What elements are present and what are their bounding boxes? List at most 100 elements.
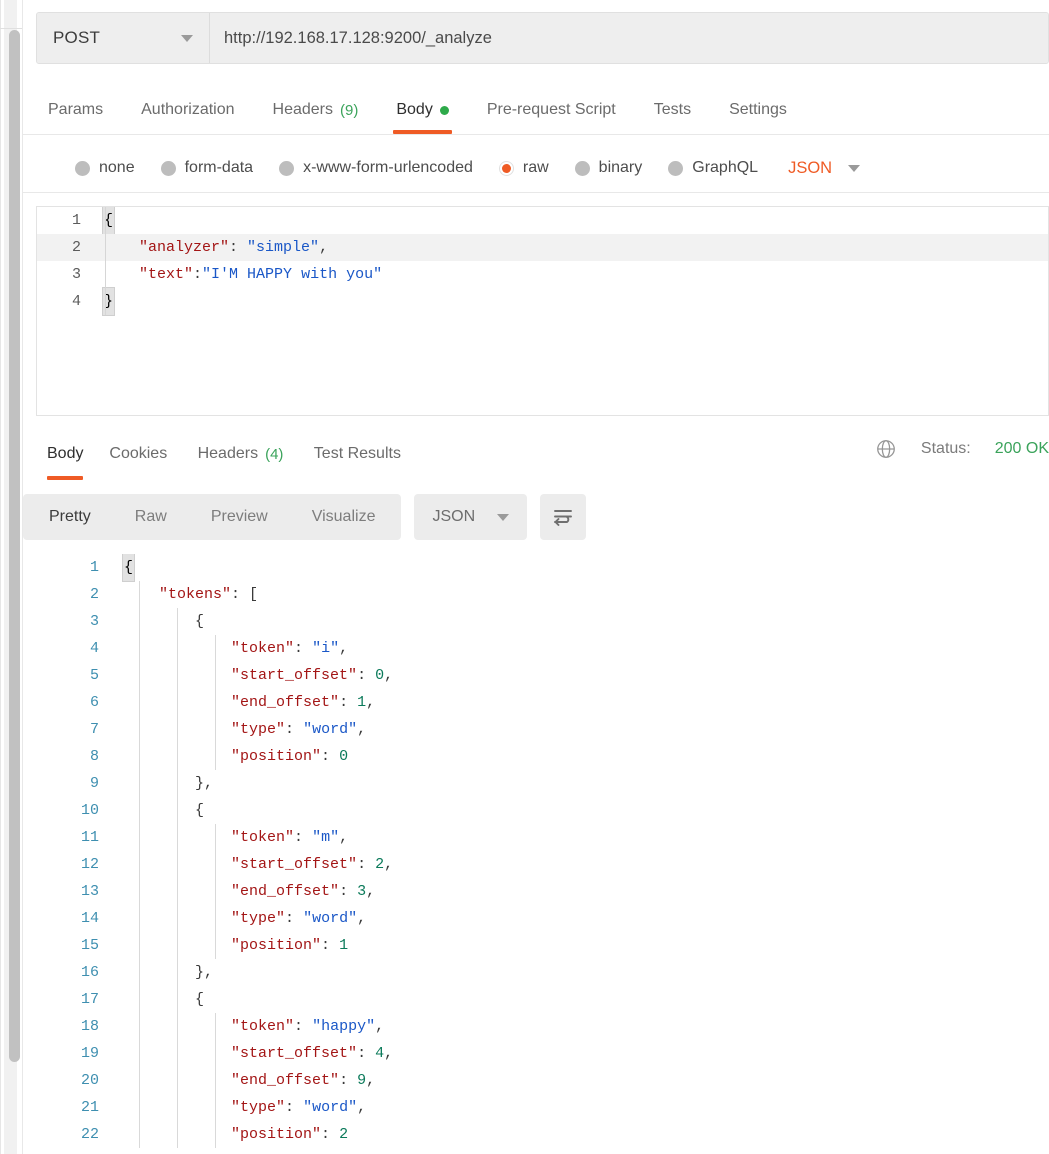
response-status: Status: 200 OK [875, 438, 1049, 460]
code-line: 4} [37, 287, 1048, 316]
request-tab-tests[interactable]: Tests [635, 90, 710, 130]
radio-button-icon[interactable] [498, 160, 514, 176]
response-tab-body[interactable]: Body [47, 434, 84, 480]
tab-label: Cookies [109, 445, 168, 462]
code-text: "tokens": [ [115, 581, 258, 608]
raw-format-dropdown[interactable]: JSON [788, 159, 861, 178]
line-number: 21 [80, 1099, 99, 1116]
request-body-editor[interactable]: 1{2 "analyzer": "simple", 3 "text":"I'M H… [36, 206, 1049, 416]
code-token: : [321, 1126, 340, 1143]
code-token: "position" [231, 937, 322, 954]
code-text: "position": 0 [115, 743, 348, 770]
line-number: 13 [80, 883, 99, 900]
code-token: "end_offset" [231, 883, 340, 900]
line-number: 2 [71, 239, 81, 256]
indent-guide [105, 207, 106, 315]
radio-button-icon[interactable] [574, 160, 590, 176]
code-token: : [294, 1018, 313, 1035]
code-token: 0 [375, 667, 385, 684]
request-tab-params[interactable]: Params [36, 90, 122, 130]
code-token: : [ [231, 586, 259, 603]
tab-label: Headers [272, 101, 333, 118]
request-tab-settings[interactable]: Settings [710, 90, 806, 130]
line-number: 18 [80, 1018, 99, 1035]
code-token: 1 [357, 694, 367, 711]
response-tab-test-results[interactable]: Test Results [314, 434, 401, 474]
code-token: "end_offset" [231, 1072, 340, 1089]
line-number: 11 [80, 829, 99, 846]
response-format-dropdown[interactable]: JSON [414, 494, 528, 540]
globe-icon [877, 440, 895, 458]
http-method-dropdown[interactable]: POST [37, 13, 210, 63]
line-number: 3 [89, 613, 99, 630]
word-wrap-toggle-button[interactable] [540, 494, 587, 540]
code-token: "token" [231, 640, 295, 657]
response-view-pretty[interactable]: Pretty [27, 494, 113, 540]
code-token: "type" [231, 910, 286, 927]
response-body-viewer[interactable]: 1{2 "tokens": [3 {4 "token": "i", 5 "star… [23, 554, 1049, 1154]
radio-label: raw [522, 159, 549, 176]
code-token: 0 [339, 748, 349, 765]
response-format-label: JSON [432, 508, 476, 525]
code-token: }, [123, 964, 214, 981]
status-value: 200 OK [994, 440, 1049, 457]
request-tab-body[interactable]: Body [377, 90, 467, 134]
code-text: "end_offset": 1, [115, 689, 375, 716]
page-scrollbar-track[interactable] [4, 0, 20, 1154]
code-token: : [285, 910, 304, 927]
body-type-form-data[interactable]: form-data [160, 159, 253, 177]
tab-label: Headers [197, 445, 259, 462]
response-view-preview[interactable]: Preview [189, 494, 290, 540]
scrollbar-top-divider [0, 28, 22, 29]
body-type-radio-group: none form-data x-www-form-urlencoded raw bin… [36, 147, 861, 189]
response-tab-headers[interactable]: Headers (4) [198, 434, 284, 474]
request-tab-pre-request-script[interactable]: Pre-request Script [468, 90, 635, 130]
code-token: "word" [303, 1099, 358, 1116]
radio-button-icon[interactable] [75, 160, 90, 176]
code-token: : [294, 640, 313, 657]
code-token: : [339, 1072, 358, 1089]
request-tab-authorization[interactable]: Authorization [122, 90, 253, 130]
request-url-text: http://192.168.17.128:9200/_analyze [224, 28, 492, 47]
code-text: "end_offset": 3, [115, 878, 375, 905]
code-token: "analyzer" [139, 239, 230, 256]
page-scrollbar-thumb[interactable] [9, 30, 20, 1062]
code-fold-brace: { [121, 554, 136, 582]
response-view-raw[interactable]: Raw [113, 494, 189, 540]
code-text: "type": "word", [115, 716, 366, 743]
code-token: 2 [339, 1126, 349, 1143]
line-number: 6 [89, 694, 99, 711]
tab-label: Authorization [141, 101, 235, 118]
chevron-down-icon [497, 513, 510, 521]
indent-guide [139, 581, 140, 1148]
code-line: 1{ [37, 207, 1048, 235]
body-type-graphql[interactable]: GraphQL [668, 159, 758, 177]
request-tab-headers[interactable]: Headers (9) [254, 90, 378, 130]
request-tabs-divider [23, 134, 1049, 135]
code-text: }, [115, 770, 213, 797]
code-line: 1{ [23, 554, 1049, 582]
body-type-binary[interactable]: binary [574, 159, 642, 177]
tab-label: Params [48, 101, 104, 118]
response-tab-cookies[interactable]: Cookies [109, 434, 167, 474]
code-text: { [115, 554, 136, 582]
response-view-visualize[interactable]: Visualize [290, 494, 398, 540]
line-number: 8 [89, 748, 99, 765]
code-token: "type" [231, 721, 286, 738]
code-token: 2 [375, 856, 385, 873]
body-type-none[interactable]: none [75, 159, 135, 177]
radio-button-icon[interactable] [279, 160, 295, 176]
body-type-x-www-form-urlencoded[interactable]: x-www-form-urlencoded [279, 159, 473, 177]
code-token: { [123, 802, 205, 819]
body-type-raw[interactable]: raw [498, 159, 549, 177]
line-number: 4 [89, 640, 99, 657]
request-url-input[interactable]: http://192.168.17.128:9200/_analyze [210, 13, 1048, 63]
code-token: : [339, 694, 358, 711]
code-token: "simple" [247, 239, 320, 256]
radio-button-icon[interactable] [160, 160, 176, 176]
code-line: 2 "analyzer": "simple", [37, 234, 1048, 261]
code-token: "position" [231, 1126, 322, 1143]
radio-button-icon[interactable] [668, 160, 684, 176]
postman-request-response-view: POST http://192.168.17.128:9200/_analyze… [0, 0, 1049, 1154]
